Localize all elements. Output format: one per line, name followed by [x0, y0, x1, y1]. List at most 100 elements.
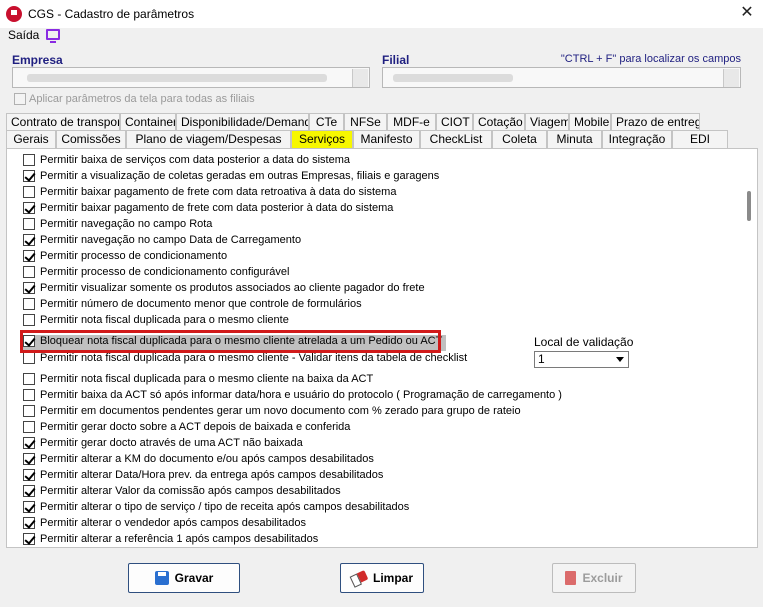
tab-plano-de-viagem-despesas[interactable]: Plano de viagem/Despesas — [126, 130, 291, 148]
apply-all-checkbox[interactable] — [14, 93, 26, 106]
option-label: Permitir baixar pagamento de frete com d… — [40, 202, 394, 215]
menu-saida[interactable]: Saída — [8, 28, 39, 42]
option-label: Permitir baixa de serviços com data post… — [40, 154, 350, 167]
option-checkbox[interactable] — [23, 389, 35, 402]
option-checkbox[interactable] — [23, 517, 35, 530]
option-checkbox[interactable] — [23, 485, 35, 498]
option-checkbox[interactable] — [23, 234, 35, 247]
option-checkbox[interactable] — [23, 170, 35, 183]
option-checkbox[interactable] — [23, 437, 35, 450]
option-checkbox[interactable] — [23, 314, 35, 327]
gravar-button[interactable]: Gravar — [128, 563, 240, 593]
option-row[interactable]: Permitir número de documento menor que c… — [23, 298, 362, 314]
option-row[interactable]: Permitir alterar o vendedor após campos … — [23, 517, 306, 533]
option-row[interactable]: Permitir baixa de serviços com data post… — [23, 154, 350, 170]
tab-mobile[interactable]: Mobile — [569, 113, 611, 131]
tab-container[interactable]: Container — [120, 113, 176, 131]
option-row[interactable]: Permitir alterar o tipo de serviço / tip… — [23, 501, 409, 517]
option-checkbox[interactable] — [23, 250, 35, 263]
option-checkbox[interactable] — [23, 352, 35, 365]
option-label: Permitir baixa da ACT só após informar d… — [40, 389, 562, 402]
option-checkbox[interactable] — [23, 373, 35, 386]
option-checkbox[interactable] — [23, 202, 35, 215]
tab-manifesto[interactable]: Manifesto — [353, 130, 420, 148]
option-label: Permitir em documentos pendentes gerar u… — [40, 405, 521, 418]
option-checkbox[interactable] — [23, 186, 35, 199]
tab-nfse[interactable]: NFSe — [344, 113, 387, 131]
option-row[interactable]: Permitir processo de condicionamento — [23, 250, 227, 266]
tab-viagem[interactable]: Viagem — [525, 113, 569, 131]
tab-comiss-es[interactable]: Comissões — [56, 130, 126, 148]
scrollbar-thumb[interactable] — [747, 191, 751, 221]
option-label: Permitir alterar a referência 1 após cam… — [40, 533, 319, 546]
eraser-icon — [349, 570, 369, 586]
option-checkbox[interactable] — [23, 218, 35, 231]
option-checkbox[interactable] — [23, 282, 35, 295]
menu-bar: Saída — [0, 28, 763, 46]
excluir-button[interactable]: Excluir — [552, 563, 636, 593]
option-row[interactable]: Permitir alterar a referência 1 após cam… — [23, 533, 319, 547]
trash-icon — [565, 571, 577, 585]
empresa-field[interactable] — [12, 67, 370, 88]
option-checkbox[interactable] — [23, 298, 35, 311]
tab-contrato-de-transporte[interactable]: Contrato de transporte — [6, 113, 120, 131]
limpar-button[interactable]: Limpar — [340, 563, 424, 593]
tab-gerais[interactable]: Gerais — [6, 130, 56, 148]
chevron-down-icon[interactable] — [614, 354, 626, 365]
tab-coleta[interactable]: Coleta — [492, 130, 547, 148]
option-checkbox[interactable] — [23, 154, 35, 167]
option-row[interactable]: Permitir em documentos pendentes gerar u… — [23, 405, 521, 421]
option-row[interactable]: Permitir alterar a KM do documento e/ou … — [23, 453, 374, 469]
option-label: Permitir alterar o vendedor após campos … — [40, 517, 306, 530]
option-row[interactable]: Permitir navegação no campo Rota — [23, 218, 212, 234]
option-row[interactable]: Permitir navegação no campo Data de Carr… — [23, 234, 301, 250]
filial-label: Filial — [382, 53, 410, 67]
option-checkbox[interactable] — [23, 501, 35, 514]
local-validacao-value: 1 — [538, 352, 545, 366]
option-checkbox[interactable] — [23, 405, 35, 418]
close-icon[interactable]: ✕ — [739, 3, 755, 23]
option-row[interactable]: Permitir visualizar somente os produtos … — [23, 282, 425, 298]
option-row[interactable]: Permitir gerar docto sobre a ACT depois … — [23, 421, 350, 437]
option-checkbox[interactable] — [23, 533, 35, 546]
tab-mdf-e[interactable]: MDF-e — [387, 113, 436, 131]
option-label: Permitir navegação no campo Rota — [40, 218, 213, 231]
vertical-scrollbar[interactable] — [743, 149, 757, 547]
option-row[interactable]: Permitir processo de condicionamento con… — [23, 266, 289, 282]
option-row[interactable]: Permitir nota fiscal duplicada para o me… — [23, 352, 467, 368]
option-row[interactable]: Permitir nota fiscal duplicada para o me… — [23, 314, 289, 330]
option-label: Permitir número de documento menor que c… — [40, 298, 362, 311]
option-row[interactable]: Permitir baixa da ACT só após informar d… — [23, 389, 562, 405]
option-row[interactable]: Permitir nota fiscal duplicada para o me… — [23, 373, 373, 389]
option-row[interactable]: Permitir alterar Data/Hora prev. da entr… — [23, 469, 383, 485]
option-row[interactable]: Permitir a visualização de coletas gerad… — [23, 170, 439, 186]
option-row[interactable]: Permitir baixar pagamento de frete com d… — [23, 202, 393, 218]
option-label: Permitir navegação no campo Data de Carr… — [40, 234, 302, 247]
tab-edi[interactable]: EDI — [672, 130, 728, 148]
tab-servi-os[interactable]: Serviços — [291, 130, 353, 148]
tab-checklist[interactable]: CheckList — [420, 130, 492, 148]
save-icon — [154, 571, 169, 585]
local-validacao-select[interactable]: 1 — [534, 351, 629, 368]
monitor-icon[interactable] — [46, 29, 60, 43]
filial-dropdown-button[interactable] — [723, 69, 739, 87]
tab-disponibilidade-demanda[interactable]: Disponibilidade/Demanda — [176, 113, 309, 131]
option-checkbox[interactable] — [23, 421, 35, 434]
option-row[interactable]: Permitir baixar pagamento de frete com d… — [23, 186, 396, 202]
option-checkbox[interactable] — [23, 453, 35, 466]
tab-minuta[interactable]: Minuta — [547, 130, 602, 148]
empresa-dropdown-button[interactable] — [352, 69, 368, 87]
tab-cota-o[interactable]: Cotação — [473, 113, 525, 131]
option-label: Permitir nota fiscal duplicada para o me… — [40, 352, 468, 365]
filial-field[interactable] — [382, 67, 741, 88]
option-label: Permitir gerar docto através de uma ACT … — [40, 437, 303, 450]
option-checkbox[interactable] — [23, 469, 35, 482]
tab-cte[interactable]: CTe — [309, 113, 344, 131]
option-checkbox[interactable] — [23, 266, 35, 279]
tab-integra-o[interactable]: Integração — [602, 130, 672, 148]
tab-prazo-de-entrega[interactable]: Prazo de entrega — [611, 113, 700, 131]
limpar-label: Limpar — [372, 571, 413, 585]
tab-ciot[interactable]: CIOT — [436, 113, 473, 131]
option-row[interactable]: Permitir alterar Valor da comissão após … — [23, 485, 341, 501]
option-row[interactable]: Permitir gerar docto através de uma ACT … — [23, 437, 303, 453]
